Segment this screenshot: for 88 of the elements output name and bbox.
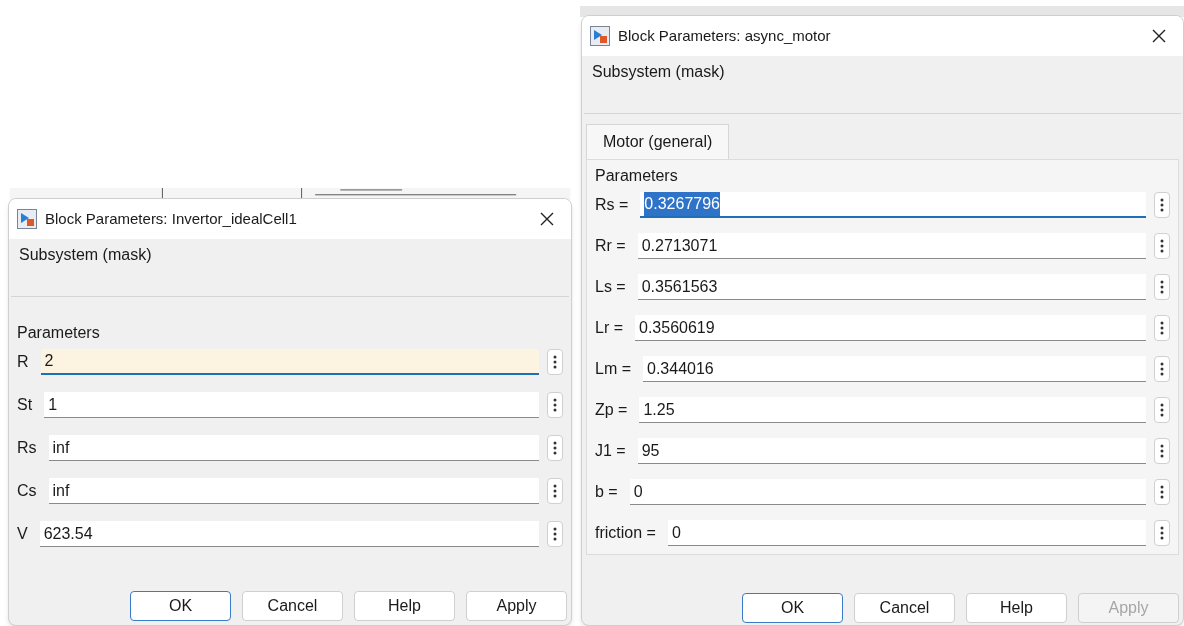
kebab-icon: [1160, 444, 1164, 458]
window-title: Block Parameters: Invertor_idealCell1: [45, 208, 298, 229]
kebab-icon: [1160, 198, 1164, 212]
kebab-icon: [553, 441, 557, 455]
parameter-value: 95: [641, 440, 660, 461]
more-options-button[interactable]: [1154, 438, 1170, 464]
parameter-label: R: [17, 352, 30, 372]
kebab-icon: [1160, 526, 1164, 540]
parameter-value: 0.344016: [647, 358, 714, 379]
parameter-label: Lr =: [595, 318, 624, 338]
dialog-button[interactable]: Help: [966, 593, 1067, 623]
parameter-field[interactable]: inf: [48, 435, 539, 461]
block-icon: [17, 209, 37, 229]
more-options-button[interactable]: [547, 435, 563, 461]
more-options-button[interactable]: [1154, 397, 1170, 423]
kebab-icon: [1160, 362, 1164, 376]
more-options-button[interactable]: [1154, 192, 1170, 218]
parameter-field[interactable]: 0: [629, 479, 1146, 505]
dialog-button[interactable]: Cancel: [854, 593, 955, 623]
block-icon: [590, 26, 610, 46]
parameter-label: Ls =: [595, 277, 627, 297]
parameter-field[interactable]: 623.54: [39, 521, 539, 547]
parameter-value: 0: [633, 481, 643, 502]
dialog-button[interactable]: Apply: [466, 591, 567, 621]
kebab-icon: [1160, 280, 1164, 294]
parameter-field[interactable]: 2: [40, 349, 539, 375]
parameter-value: inf: [52, 437, 70, 458]
parameter-label: Zp =: [595, 400, 629, 420]
parameter-value: inf: [52, 480, 70, 501]
more-options-button[interactable]: [1154, 356, 1170, 382]
parameter-value: 1.25: [643, 399, 675, 420]
section-heading: Subsystem (mask): [591, 62, 726, 82]
parameter-value: 0: [671, 522, 681, 543]
kebab-icon: [553, 484, 557, 498]
parameter-field[interactable]: 0.2713071: [637, 233, 1146, 259]
more-options-button[interactable]: [1154, 520, 1170, 546]
window-title: Block Parameters: async_motor: [618, 25, 832, 46]
parameter-field[interactable]: 1.25: [639, 397, 1146, 423]
kebab-icon: [1160, 321, 1164, 335]
dialog-button[interactable]: OK: [130, 591, 231, 621]
parameter-label: St: [17, 395, 34, 415]
kebab-icon: [1160, 485, 1164, 499]
parameter-label: b =: [595, 482, 619, 502]
close-icon[interactable]: [1151, 28, 1167, 44]
kebab-icon: [553, 355, 557, 369]
dialog-button[interactable]: OK: [742, 593, 843, 623]
parameter-value: 0.3561563: [641, 276, 718, 297]
parameter-label: Lm =: [595, 359, 632, 379]
parameter-label: Cs: [17, 481, 38, 501]
parameter-field[interactable]: 0: [667, 520, 1146, 546]
close-icon[interactable]: [539, 211, 555, 227]
group-heading: Parameters: [595, 166, 679, 186]
parameter-field[interactable]: 0.3267796: [640, 192, 1146, 218]
dialog-button[interactable]: Help: [354, 591, 455, 621]
kebab-icon: [553, 398, 557, 412]
parameter-label: Rr =: [595, 236, 627, 256]
parameter-label: Rs =: [595, 195, 630, 215]
more-options-button[interactable]: [547, 521, 563, 547]
more-options-button[interactable]: [547, 392, 563, 418]
parameter-field[interactable]: 95: [637, 438, 1146, 464]
kebab-icon: [553, 527, 557, 541]
parameter-field[interactable]: 1: [44, 392, 539, 418]
parameter-value: 0.3267796: [644, 192, 720, 216]
more-options-button[interactable]: [547, 478, 563, 504]
parameter-label: friction =: [595, 523, 657, 543]
kebab-icon: [1160, 239, 1164, 253]
parameter-field[interactable]: inf: [48, 478, 539, 504]
group-heading: Parameters: [17, 323, 101, 343]
parameter-value: 623.54: [43, 523, 93, 544]
parameter-value: 1: [48, 394, 58, 415]
more-options-button[interactable]: [1154, 274, 1170, 300]
parameter-value: 0.3560619: [639, 317, 715, 338]
parameter-field[interactable]: 0.3561563: [637, 274, 1146, 300]
parameter-label: Rs: [17, 438, 38, 458]
parameter-value: 0.2713071: [641, 235, 718, 256]
parameter-field[interactable]: 0.3560619: [635, 315, 1146, 341]
tab[interactable]: Motor (general): [586, 124, 730, 159]
more-options-button[interactable]: [1154, 233, 1170, 259]
parameter-value: 2: [44, 351, 54, 371]
kebab-icon: [1160, 403, 1164, 417]
section-heading: Subsystem (mask): [18, 245, 153, 265]
more-options-button[interactable]: [547, 349, 563, 375]
more-options-button[interactable]: [1154, 315, 1170, 341]
parameter-label: J1 =: [595, 441, 627, 461]
parameter-label: V: [17, 524, 29, 544]
more-options-button[interactable]: [1154, 479, 1170, 505]
dialog-button[interactable]: Cancel: [242, 591, 343, 621]
parameter-field[interactable]: 0.344016: [643, 356, 1146, 382]
